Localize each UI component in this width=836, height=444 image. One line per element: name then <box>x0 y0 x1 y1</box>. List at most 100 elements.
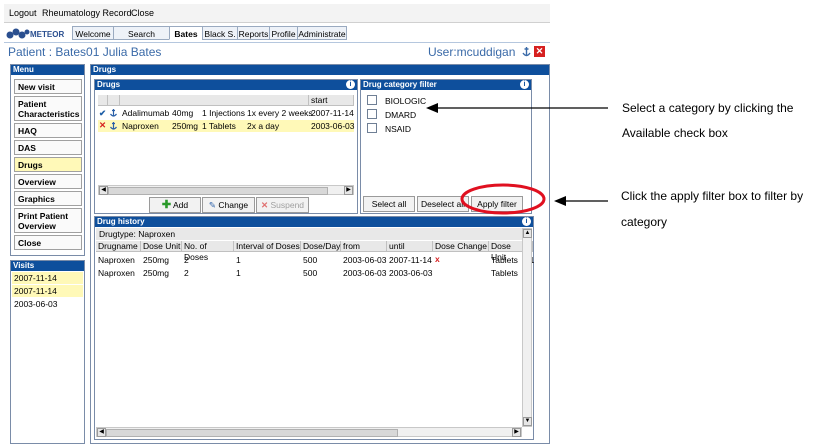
info-icon[interactable]: i <box>522 217 531 226</box>
drug-type: 1 Injections <box>202 108 245 118</box>
menu-haq[interactable]: HAQ <box>14 123 82 138</box>
annotation-text: Select a category by clicking the <box>622 101 794 115</box>
navigation-bar: METEOR Welcome Search Patient Bates J. B… <box>4 23 550 53</box>
drug-start: 2007-11-14 <box>311 108 354 118</box>
column-header[interactable]: from <box>341 241 387 252</box>
scroll-left-icon[interactable]: ◀ <box>97 428 106 437</box>
logout-menu[interactable]: Logout <box>9 8 37 18</box>
history-drugname: Naproxen <box>98 255 135 265</box>
scroll-right-icon[interactable]: ▶ <box>512 428 521 437</box>
table-row[interactable]: Naproxen 250mg 2 1 500 2003-06-03 2007-1… <box>96 254 534 266</box>
vertical-scrollbar[interactable]: ▲ ▼ <box>522 228 532 427</box>
column-header[interactable]: Dose Unit <box>141 241 182 252</box>
visits-title: Visits <box>11 261 84 271</box>
dmard-label: DMARD <box>385 110 417 120</box>
menu-graphics[interactable]: Graphics <box>14 191 82 206</box>
scroll-up-icon[interactable]: ▲ <box>523 229 532 238</box>
add-button-label: Add <box>173 200 189 210</box>
table-row[interactable]: Naproxen 250mg 2 1 500 2003-06-03 2003-0… <box>96 267 532 279</box>
filter-panel-title: Drug category filter i <box>361 80 531 90</box>
meteor-logo-icon <box>6 28 30 39</box>
drugs-section-title: Drugs <box>91 65 549 75</box>
info-icon[interactable]: i <box>520 80 529 89</box>
biologic-checkbox[interactable] <box>367 95 377 105</box>
tab-administrate[interactable]: Administrate <box>297 26 347 40</box>
history-dose-unit-2: Tablets <box>491 255 518 265</box>
history-dose-day: 500 <box>303 255 318 265</box>
drug-interval: 2x a day <box>247 121 280 131</box>
tab-profile[interactable]: Profile <box>269 26 298 40</box>
drug-dose: 40mg <box>172 108 194 118</box>
annotation-text: Click the apply filter box to filter by <box>621 189 804 203</box>
horizontal-scrollbar[interactable]: ◀ ▶ <box>98 185 354 195</box>
scroll-down-icon[interactable]: ▼ <box>523 417 532 426</box>
tab-reports[interactable]: Reports <box>237 26 270 40</box>
table-row[interactable]: ✕ Naproxen 250mg 1 Tablets 2x a day 2003… <box>98 120 354 132</box>
arrow-to-checkbox <box>426 103 608 113</box>
tab-search-patient[interactable]: Search Patient <box>113 26 170 53</box>
history-from: 2003-06-03 <box>343 268 387 278</box>
change-button-label: Change <box>218 200 249 210</box>
menu-das[interactable]: DAS <box>14 140 82 155</box>
history-until: 2003-06-03 <box>389 268 433 278</box>
drugs-panel-title-text: Drugs <box>97 80 121 89</box>
close-icon[interactable]: ✕ <box>534 46 545 57</box>
dmard-checkbox[interactable] <box>367 109 377 119</box>
column-header <box>108 95 120 106</box>
tab-bates-j[interactable]: Bates J. <box>169 26 203 53</box>
column-header[interactable]: No. of Doses <box>182 241 234 262</box>
history-no-of-doses: 2 <box>184 268 189 278</box>
menu-new-visit[interactable]: New visit <box>14 79 82 94</box>
column-header[interactable]: until <box>387 241 433 252</box>
menu-patient-characteristics[interactable]: Patient Characteristics <box>14 96 82 121</box>
history-dose-unit: 250mg <box>143 268 169 278</box>
drug-name: Adalimumab <box>122 108 170 118</box>
column-header[interactable]: Interval of Doses <box>234 241 301 252</box>
drug-name: Naproxen <box>122 121 159 131</box>
arrow-to-apply-filter <box>554 196 608 206</box>
column-header[interactable]: Dose Change <box>433 241 489 252</box>
change-button[interactable]: ✎ Change <box>202 197 255 213</box>
drug-start: 2003-06-03 <box>311 121 355 131</box>
visit-item[interactable]: 2007-11-14 <box>12 285 83 297</box>
nsaid-checkbox[interactable] <box>367 123 377 133</box>
anchor-icon <box>110 122 117 130</box>
drugtype-group-header: Drugtype: Naproxen <box>96 228 522 240</box>
visit-item[interactable]: 2003-06-03 <box>12 298 83 310</box>
drugs-panel-title: Drugs i <box>95 80 357 90</box>
annotation-text: Available check box <box>622 126 728 140</box>
history-until: 2007-11-14 <box>389 255 432 265</box>
rheumatology-record-menu[interactable]: Rheumatology Record <box>42 8 132 18</box>
column-header[interactable]: Drugname <box>96 241 141 252</box>
anchor-icon[interactable] <box>521 46 532 58</box>
menu-print-patient-overview[interactable]: Print Patient Overview <box>14 208 82 233</box>
menu-close[interactable]: Close <box>14 235 82 250</box>
tab-welcome[interactable]: Welcome <box>72 26 114 40</box>
drug-interval: 1x every 2 weeks <box>247 108 313 118</box>
scrollbar-thumb[interactable] <box>108 187 328 195</box>
history-interval: 1 <box>236 268 241 278</box>
menu-overview[interactable]: Overview <box>14 174 82 189</box>
close-menu[interactable]: Close <box>131 8 154 18</box>
table-row[interactable]: ✔ Adalimumab 40mg 1 Injections 1x every … <box>98 107 354 119</box>
top-menubar: Logout Rheumatology Record Close <box>4 4 550 23</box>
menu-drugs[interactable]: Drugs <box>14 157 82 172</box>
scroll-right-icon[interactable]: ▶ <box>344 186 353 195</box>
visit-item[interactable]: 2007-11-14 <box>12 272 83 284</box>
column-header-start[interactable]: start <box>309 95 354 106</box>
tab-black-s[interactable]: Black S. <box>202 26 238 40</box>
horizontal-scrollbar[interactable]: ◀ ▶ <box>96 427 522 437</box>
info-icon[interactable]: i <box>346 80 355 89</box>
filter-panel-title-text: Drug category filter <box>363 80 437 89</box>
select-all-button[interactable]: Select all <box>363 196 415 212</box>
application-window: Logout Rheumatology Record Close METEOR … <box>4 4 550 444</box>
column-header[interactable]: Dose/Day <box>301 241 341 252</box>
drugs-panel: Drugs i start ✔ Adalimumab 40mg 1 Inject… <box>94 79 358 214</box>
suspend-button[interactable]: ✕ Suspend <box>256 197 309 213</box>
add-button[interactable]: ✚ Add <box>149 197 201 213</box>
scrollbar-thumb[interactable] <box>106 429 398 437</box>
logo-text: METEOR <box>30 30 65 39</box>
menu-panel: Menu New visit Patient Characteristics H… <box>10 64 85 256</box>
visits-panel: Visits 2007-11-14 2007-11-14 2003-06-03 <box>10 260 85 444</box>
scroll-left-icon[interactable]: ◀ <box>99 186 108 195</box>
